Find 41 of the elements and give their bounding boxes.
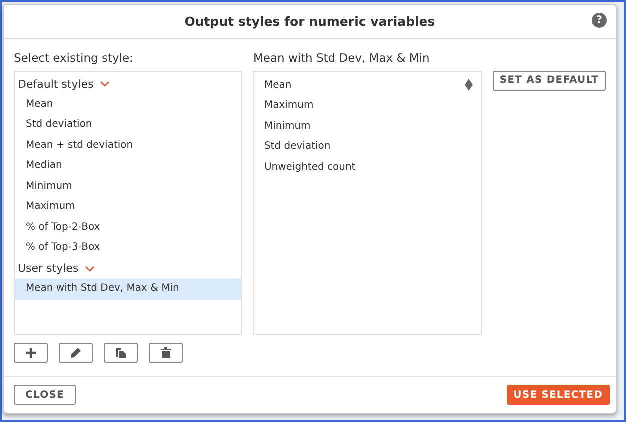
group-title: Default styles xyxy=(18,78,94,91)
style-item[interactable]: Std deviation xyxy=(15,115,242,136)
group-header[interactable]: User styles xyxy=(15,258,242,279)
style-item[interactable]: Minimum xyxy=(15,176,242,197)
drag-handle-icon[interactable] xyxy=(464,79,473,92)
style-item[interactable]: % of Top-3-Box xyxy=(15,238,242,258)
statistic-item[interactable]: Unweighted count xyxy=(254,157,481,178)
style-item[interactable]: % of Top-2-Box xyxy=(15,218,242,238)
statistic-label: Mean xyxy=(264,80,292,91)
add-button[interactable] xyxy=(14,343,48,363)
copy-icon xyxy=(115,347,127,359)
list-label: Select existing style: xyxy=(14,50,134,67)
style-item[interactable]: Mean xyxy=(15,94,242,115)
plus-icon xyxy=(25,347,37,359)
statistic-label: Minimum xyxy=(264,120,311,132)
statistic-item[interactable]: Mean xyxy=(254,75,481,96)
set-as-default-button[interactable]: SET AS DEFAULT xyxy=(492,70,606,90)
chevron-down-icon xyxy=(84,266,95,272)
statistic-label: Unweighted count xyxy=(264,162,356,173)
style-item[interactable]: Median xyxy=(15,156,242,176)
group-title: User styles xyxy=(18,262,79,276)
statistic-item[interactable]: Maximum xyxy=(254,96,481,116)
style-item[interactable]: Maximum xyxy=(15,197,242,218)
copy-button[interactable] xyxy=(104,343,138,363)
help-button[interactable]: ? xyxy=(592,13,607,28)
delete-button[interactable] xyxy=(149,343,183,363)
close-button[interactable]: CLOSE xyxy=(14,385,76,405)
style-item[interactable]: Mean with Std Dev, Max & Min xyxy=(15,279,242,300)
chevron-down-icon xyxy=(100,81,110,88)
statistic-item[interactable]: Minimum xyxy=(254,116,481,136)
statistic-label: Std deviation xyxy=(264,141,331,152)
style-item[interactable]: Mean + std deviation xyxy=(15,136,242,156)
use-selected-button[interactable]: USE SELECTED xyxy=(506,385,610,405)
statistic-item[interactable]: Std deviation xyxy=(254,136,481,157)
style-name-label: Mean with Std Dev, Max & Min xyxy=(253,50,431,67)
dialog-title: Output styles for numeric variables xyxy=(184,14,436,29)
statistic-label: Maximum xyxy=(264,100,314,112)
pencil-icon xyxy=(70,347,82,359)
group-header[interactable]: Default styles xyxy=(15,74,242,94)
trash-icon xyxy=(160,347,172,359)
edit-button[interactable] xyxy=(59,343,93,363)
